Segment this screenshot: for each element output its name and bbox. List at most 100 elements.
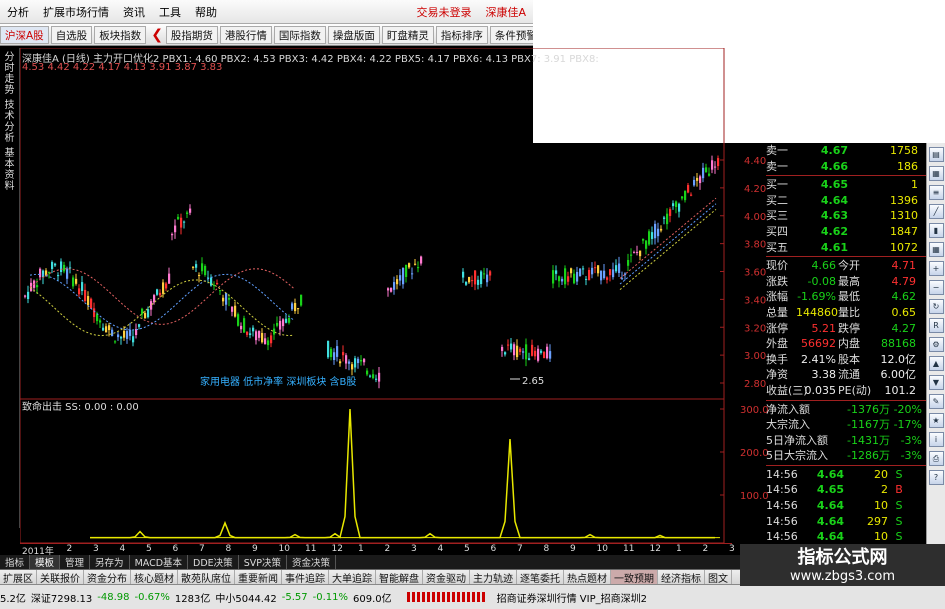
candle-body xyxy=(360,359,363,362)
kline-chart[interactable]: 4.40 4.20 4.00 3.80 3.60 3.40 3.20 3.00 2.80 家用电器… xyxy=(20,48,800,546)
stat-label: 收益(三) xyxy=(766,383,808,397)
tab-save-as[interactable]: 另存为 xyxy=(90,555,130,569)
func-tab[interactable]: 大单追踪 xyxy=(329,569,376,585)
candle-body xyxy=(186,212,189,214)
func-tab[interactable]: 散苑队席位 xyxy=(178,569,235,585)
chart-title-values: 4.53 4.42 4.22 4.17 4.13 3.91 3.87 3.83 xyxy=(22,62,223,73)
flow-label: 净流入额 xyxy=(766,402,810,416)
candle-body xyxy=(192,266,195,268)
status-value: -5.57 xyxy=(281,591,308,603)
menu-news[interactable]: 资讯 xyxy=(116,4,152,20)
menu-help[interactable]: 帮助 xyxy=(188,4,224,20)
func-tab[interactable]: 核心题材 xyxy=(131,569,178,585)
candle-body xyxy=(564,268,567,285)
side-tab-technical[interactable]: 技术分析 xyxy=(3,100,17,144)
function-bar: 扩展区 关联报价 资金分布 核心题材 散苑队席位 重要新闻 事件追踪 大单追踪 智能解盘 资金驱动… xyxy=(0,569,760,585)
down-arrow-icon[interactable]: ▼ xyxy=(928,375,944,390)
candle-body xyxy=(465,281,468,285)
price-axis-label: 3.80 xyxy=(744,240,766,251)
tab-hk-quotes[interactable]: 港股行情 xyxy=(219,25,272,44)
settings-icon[interactable]: ⚙ xyxy=(928,337,944,352)
zoom-out-icon[interactable]: − xyxy=(928,280,944,295)
candle-body xyxy=(609,269,612,276)
line-icon[interactable]: ╱ xyxy=(928,204,944,219)
grid-icon[interactable]: ▦ xyxy=(928,166,944,181)
func-tab[interactable]: 经济指标 xyxy=(658,569,705,585)
tab-trading-layout[interactable]: 操盘版面 xyxy=(327,25,380,44)
info-icon[interactable]: i xyxy=(928,432,944,447)
candle-body xyxy=(267,340,270,346)
tab-fund-decision[interactable]: 资金决策 xyxy=(287,555,336,569)
candle-body xyxy=(36,285,39,288)
candle-body xyxy=(237,314,240,326)
candle-body xyxy=(219,290,222,292)
refresh-icon[interactable]: ↻ xyxy=(928,299,944,314)
table-icon[interactable]: ▦ xyxy=(928,242,944,257)
side-tab-fundamental[interactable]: 基本资料 xyxy=(3,148,17,192)
tab-template[interactable]: 模板 xyxy=(30,555,61,569)
tab-index-futures[interactable]: 股指期货 xyxy=(165,25,218,44)
bar-icon[interactable]: ▮ xyxy=(928,223,944,238)
func-tab[interactable]: 一致预期 xyxy=(611,569,658,585)
arrow-left-icon[interactable]: ❮ xyxy=(148,27,166,43)
rsi-icon[interactable]: R xyxy=(928,318,944,333)
side-tab-intraday[interactable]: 分时走势 xyxy=(3,52,17,96)
candle-body xyxy=(75,278,78,284)
func-tab[interactable]: 资金分布 xyxy=(84,569,131,585)
buy-volume: 1072 xyxy=(890,240,918,254)
date-label: 11 xyxy=(623,544,635,554)
trade-login-status[interactable]: 交易未登录 xyxy=(409,4,478,20)
chart-icon[interactable]: ▤ xyxy=(928,147,944,162)
tab-indicator-sort[interactable]: 指标排序 xyxy=(435,25,488,44)
tab-indicator[interactable]: 指标 xyxy=(0,555,31,569)
stat-row: 换手 2.41% 股本 12.0亿 xyxy=(766,352,926,368)
func-tab[interactable]: 智能解盘 xyxy=(376,569,423,585)
buy-label: 买五 xyxy=(766,240,788,254)
func-tab[interactable]: 图文 xyxy=(705,569,732,585)
menu-extended-market[interactable]: 扩展市场行情 xyxy=(36,4,116,20)
func-tab[interactable]: 逐笔委托 xyxy=(517,569,564,585)
tab-svp[interactable]: SVP决策 xyxy=(239,555,287,569)
menu-analyze[interactable]: 分析 xyxy=(0,4,36,20)
tab-shanghai-shenzhen-a[interactable]: 沪深A股 xyxy=(0,25,49,44)
up-arrow-icon[interactable]: ▲ xyxy=(928,356,944,371)
tab-manage[interactable]: 管理 xyxy=(60,555,91,569)
status-value: 1283亿 xyxy=(174,593,211,605)
candle-body xyxy=(63,264,66,272)
candle-body xyxy=(654,223,657,239)
print-icon[interactable]: ⎙ xyxy=(928,451,944,466)
stat-row: 涨停 5.21 跌停 4.27 xyxy=(766,321,926,337)
func-tab[interactable]: 关联报价 xyxy=(37,569,84,585)
func-tab[interactable]: 扩展区 xyxy=(0,569,37,585)
func-tab[interactable]: 主力轨迹 xyxy=(470,569,517,585)
func-tab[interactable]: 重要新闻 xyxy=(235,569,282,585)
func-tab[interactable]: 事件追踪 xyxy=(282,569,329,585)
list-icon[interactable]: ≡ xyxy=(928,185,944,200)
candle-body xyxy=(546,346,549,359)
tab-macd[interactable]: MACD基本 xyxy=(130,555,189,569)
tick-time: 14:56 xyxy=(766,467,798,481)
zoom-in-icon[interactable]: + xyxy=(928,261,944,276)
price-axis-label: 3.40 xyxy=(744,295,766,306)
help-icon[interactable]: ? xyxy=(928,470,944,485)
tab-sector-index[interactable]: 板块指数 xyxy=(94,25,147,44)
menu-tools[interactable]: 工具 xyxy=(152,4,188,20)
buy-label: 买三 xyxy=(766,209,788,223)
candle-body xyxy=(486,274,489,283)
func-tab[interactable]: 资金驱动 xyxy=(423,569,470,585)
tab-watchlist[interactable]: 自选股 xyxy=(50,25,93,44)
tab-intl-index[interactable]: 国际指数 xyxy=(273,25,326,44)
status-value: 5.2亿 xyxy=(0,593,26,605)
date-label: 3 xyxy=(729,544,735,554)
pen-icon[interactable]: ✎ xyxy=(928,394,944,409)
func-tab[interactable]: 热点题材 xyxy=(564,569,611,585)
tab-market-watch[interactable]: 盯盘精灵 xyxy=(381,25,434,44)
tab-dde[interactable]: DDE决策 xyxy=(188,555,239,569)
candle-body xyxy=(477,279,480,285)
candle-body xyxy=(165,283,168,289)
flow-row: 净流入额 -1376万 -20% xyxy=(766,402,926,418)
stat-label: 净资 xyxy=(766,368,788,382)
star-icon[interactable]: ★ xyxy=(928,413,944,428)
status-value: -0.67% xyxy=(134,591,170,603)
candle-body xyxy=(261,332,264,343)
